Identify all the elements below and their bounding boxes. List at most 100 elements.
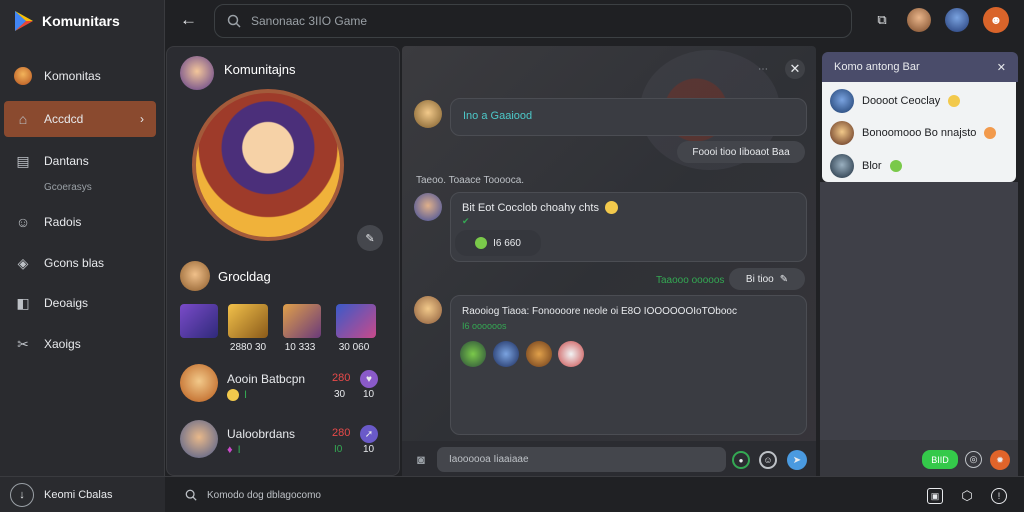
sidebar-item-label: Gcons blas bbox=[44, 256, 105, 270]
message-group-header: Taeoo. Toaace Tooooca. bbox=[416, 175, 525, 186]
emoji-icon bbox=[984, 127, 997, 139]
popup-row-avatar bbox=[830, 121, 854, 145]
search-icon bbox=[185, 489, 197, 501]
more-icon[interactable]: ⋯ bbox=[754, 60, 772, 78]
attachment-thumb[interactable] bbox=[526, 341, 552, 367]
popup-row[interactable]: Doooot Ceoclay bbox=[830, 88, 961, 114]
sticker-icon[interactable]: ● bbox=[732, 451, 750, 469]
member-avatar[interactable] bbox=[180, 420, 218, 458]
search-icon bbox=[227, 14, 241, 28]
message-bubble: Ino a Gaaiood bbox=[450, 98, 807, 136]
right-actions-bar bbox=[820, 440, 1018, 476]
game-tile-4[interactable] bbox=[336, 304, 376, 338]
reaction-icon bbox=[475, 237, 488, 249]
attachment-thumb[interactable] bbox=[558, 341, 584, 367]
member-stat: 10 bbox=[363, 444, 375, 455]
download-icon[interactable]: ↓ bbox=[10, 482, 34, 507]
game-tile-caption: 2880 30 bbox=[229, 342, 267, 353]
camera-icon[interactable]: ✎ bbox=[357, 225, 383, 251]
popup-header: Komo antong Bar ✕ bbox=[822, 52, 1018, 82]
sidebar-item-radois[interactable]: ☺ Radois bbox=[4, 204, 156, 240]
popup-row-avatar bbox=[830, 154, 854, 178]
sidebar-item-dantans[interactable]: ▤ Dantans bbox=[4, 143, 156, 179]
avatar-icon bbox=[14, 67, 32, 85]
popup-row-avatar bbox=[830, 89, 854, 113]
info-icon[interactable]: ! bbox=[991, 488, 1007, 504]
message-text: Raooiog Tiaoa: Fonoooore neole oi E8O IO… bbox=[462, 306, 737, 317]
emoji-icon bbox=[604, 201, 618, 214]
compass-icon[interactable]: ◎ bbox=[965, 451, 982, 468]
collapse-icon[interactable]: ✕ bbox=[997, 61, 1006, 74]
sidebar-item-accdcd[interactable]: ⌂ Accdcd › bbox=[4, 101, 156, 137]
user-avatar-2[interactable] bbox=[945, 8, 969, 32]
list-icon: ▤ bbox=[16, 152, 30, 169]
sidebar-footer-label: Keomi Cbalas bbox=[44, 488, 113, 501]
heart-icon[interactable]: ♥ bbox=[360, 370, 378, 388]
attachment-thumb[interactable] bbox=[460, 341, 486, 367]
user-avatar-1[interactable] bbox=[907, 8, 931, 32]
group-title: Grocldag bbox=[218, 269, 271, 284]
game-tile-2[interactable] bbox=[228, 304, 268, 338]
profile-hero-avatar bbox=[192, 89, 344, 241]
check-icon: ✔ bbox=[462, 216, 470, 226]
rocket-icon[interactable]: ➚ bbox=[360, 425, 378, 443]
bottom-search[interactable]: Komodo dog dblagocomo bbox=[185, 489, 321, 501]
popup-row[interactable]: Bonoomooo Bo nnajsto bbox=[830, 120, 997, 146]
chevron-right-icon: › bbox=[140, 112, 144, 126]
profile-small-avatar bbox=[180, 56, 214, 90]
game-tile-3[interactable] bbox=[283, 304, 321, 338]
home-icon: ⌂ bbox=[18, 111, 28, 127]
message-meta: Taaooo ooooos bbox=[656, 275, 725, 286]
member-stat: 30 bbox=[334, 389, 346, 400]
gem-icon: ♦ bbox=[227, 444, 233, 456]
popup-row[interactable]: Blor bbox=[830, 153, 902, 179]
member-sub: ♦ I bbox=[227, 444, 241, 456]
sidebar-item-label: Komonitas bbox=[44, 69, 101, 83]
close-icon[interactable]: ✕ bbox=[785, 59, 805, 79]
sidebar-item-label: Deoaigs bbox=[44, 296, 89, 310]
right-panel-area bbox=[820, 182, 1018, 440]
message-avatar bbox=[414, 296, 442, 324]
sidebar-footer[interactable]: ↓ Keomi Cbalas bbox=[0, 476, 165, 512]
camera-icon[interactable]: ◙ bbox=[412, 450, 430, 468]
emoji-icon[interactable]: ☺ bbox=[759, 451, 777, 469]
search-placeholder: Sanonaac 3IIO Game bbox=[251, 14, 368, 28]
member-count: 280 bbox=[332, 427, 351, 439]
brand[interactable]: Komunitars bbox=[12, 8, 120, 34]
tag-icon: ◈ bbox=[17, 254, 29, 271]
send-button[interactable]: BIID bbox=[922, 450, 958, 469]
message-sub: I6 oooooos bbox=[462, 321, 507, 331]
message-avatar bbox=[414, 193, 442, 221]
game-tile-1[interactable] bbox=[180, 304, 218, 338]
group-avatar bbox=[180, 261, 210, 291]
back-arrow-icon[interactable]: ← bbox=[180, 10, 200, 30]
message-text: Bit Eot Cocclob choahy chts bbox=[462, 201, 618, 214]
gallery-icon[interactable]: ▣ bbox=[927, 488, 943, 504]
shape-icon[interactable]: ⬡ bbox=[958, 487, 976, 505]
account-avatar[interactable]: ☻ bbox=[983, 7, 1009, 33]
emoji-icon bbox=[889, 160, 902, 172]
game-tile-caption: 30 060 bbox=[338, 342, 370, 353]
sidebar: Komunitars Komonitas ⌂ Accdcd › ▤ Dantan… bbox=[0, 0, 165, 476]
message-meta-chip: Bi tioo ✎ bbox=[729, 268, 805, 290]
send-icon[interactable]: ➤ bbox=[787, 450, 807, 470]
emoji-icon bbox=[948, 95, 961, 107]
fire-icon[interactable]: ✹ bbox=[990, 450, 1010, 470]
sidebar-item-deoaigs[interactable]: ◧ Deoaigs bbox=[4, 285, 156, 321]
member-avatar[interactable] bbox=[180, 364, 218, 402]
member-name: Aooin Batbcpn bbox=[227, 372, 306, 386]
open-external-icon[interactable]: ⧉ bbox=[872, 10, 892, 30]
stack-icon: ◧ bbox=[16, 294, 30, 311]
sidebar-item-xaoigs[interactable]: ✂ Xaoigs bbox=[4, 326, 156, 362]
reaction-chip[interactable]: I6 660 bbox=[455, 230, 541, 256]
sidebar-item-label: Radois bbox=[44, 215, 82, 229]
sidebar-item-gcons-blas[interactable]: ◈ Gcons blas bbox=[4, 245, 156, 281]
sidebar-item-komonitas[interactable]: Komonitas bbox=[4, 58, 156, 94]
edit-icon: ✎ bbox=[779, 273, 789, 285]
attachment-thumb[interactable] bbox=[493, 341, 519, 367]
search-field[interactable]: Sanonaac 3IIO Game bbox=[214, 4, 852, 38]
message-meta-chip: Foooi tioo Iiboaot Baa bbox=[677, 141, 805, 163]
popup-title: Komo antong Bar bbox=[834, 61, 920, 73]
chat-input[interactable]: Iaoooooa Iiaaiaae bbox=[437, 447, 726, 472]
member-name: Ualoobrdans bbox=[227, 427, 296, 441]
